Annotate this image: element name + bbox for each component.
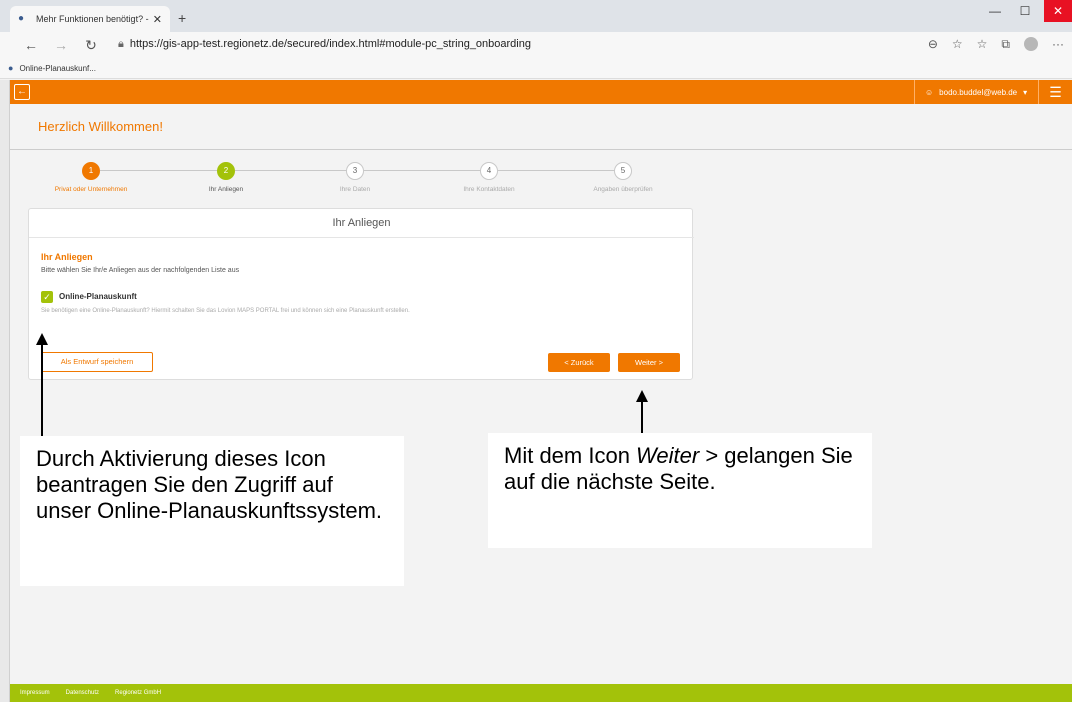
step-2-circle[interactable]: 2 [217, 162, 235, 180]
footer-link-impressum[interactable]: Impressum [20, 690, 50, 696]
online-planauskunft-checkbox[interactable]: ✓ [41, 291, 53, 303]
anliegen-card: Ihr Anliegen Ihr Anliegen Bitte wählen S… [28, 208, 694, 380]
left-callout: Durch Aktivierung dieses Icon beantragen… [20, 436, 404, 586]
chevron-down-icon: ▾ [1023, 87, 1028, 97]
app-header: ← ☺ bodo.buddel@web.de ▾ ☰ [10, 80, 1072, 104]
section-subtitle: Bitte wählen Sie Ihr/e Anliegen aus der … [41, 267, 240, 274]
callout-text-pre: Mit dem Icon [504, 443, 637, 468]
save-draft-button[interactable]: Als Entwurf speichern [41, 352, 153, 372]
callout-text-em: Weiter [636, 443, 700, 468]
step-connector [498, 170, 615, 171]
user-icon: ☺ [925, 87, 934, 97]
favorite-star-icon[interactable]: ☆ [952, 37, 963, 52]
checkbox-description: Sie benötigen eine Online-Planauskunft? … [41, 308, 410, 314]
arrow-shaft [41, 344, 43, 436]
step-3-circle: 3 [346, 162, 364, 180]
page-title: Herzlich Willkommen! [38, 119, 163, 134]
step-connector [100, 170, 225, 171]
user-menu[interactable]: ☺ bodo.buddel@web.de ▾ [914, 80, 1037, 104]
step-2-label: Ihr Anliegen [208, 186, 244, 193]
back-button[interactable]: ← [14, 84, 30, 100]
divider [29, 237, 694, 238]
reload-icon[interactable]: ↻ [80, 37, 102, 54]
tab-title: Mehr Funktionen benötigt? - He [36, 14, 149, 24]
step-connector [364, 170, 481, 171]
step-1-label: Privat oder Unternehmen [54, 186, 128, 193]
url-field[interactable]: 🔒︎ https://gis-app-test.regionetz.de/secu… [118, 38, 531, 51]
card-title: Ihr Anliegen [332, 217, 391, 229]
profile-avatar[interactable] [1024, 37, 1038, 51]
arrow-shaft [641, 401, 643, 433]
browser-tabbar: ● Mehr Funktionen benötigt? - He ✕ + — ☐… [0, 0, 1072, 32]
step-3-label: Ihre Daten [339, 186, 371, 193]
step-5-label: Angaben überprüfen [593, 186, 653, 193]
browser-tab[interactable]: ● Mehr Funktionen benötigt? - He ✕ [10, 6, 170, 32]
favorites-bar: ● Online-Planauskunf... [0, 58, 1072, 79]
maximize-icon[interactable]: ☐ [1010, 0, 1040, 22]
favorites-list-icon[interactable]: ☆ [977, 37, 988, 52]
forward-arrow-icon[interactable]: → [50, 37, 72, 53]
close-tab-icon[interactable]: ✕ [153, 13, 162, 26]
address-bar: ← → ↻ 🔒︎ https://gis-app-test.regionetz.d… [0, 32, 1072, 58]
page-header: Herzlich Willkommen! [10, 104, 1072, 150]
back-arrow-icon[interactable]: ← [20, 37, 42, 53]
favorite-icon: ● [8, 63, 14, 73]
minimize-icon[interactable]: — [980, 0, 1010, 22]
lock-icon: 🔒︎ [118, 38, 124, 50]
url-text: https://gis-app-test.regionetz.de/secure… [129, 38, 531, 50]
section-title: Ihr Anliegen [41, 252, 93, 262]
right-callout: Mit dem Icon Weiter > gelangen Sie auf d… [488, 433, 872, 548]
close-window-icon[interactable]: ✕ [1044, 0, 1072, 22]
back-step-button[interactable]: < Zurück [548, 353, 610, 372]
step-5-circle: 5 [614, 162, 632, 180]
step-4-label: Ihre Kontaktdaten [463, 186, 515, 193]
step-4-circle: 4 [480, 162, 498, 180]
site-favicon-icon: ● [18, 13, 25, 24]
next-button[interactable]: Weiter > [618, 353, 680, 372]
user-email: bodo.buddel@web.de [939, 87, 1018, 97]
checkbox-label[interactable]: Online-Planauskunft [59, 292, 137, 301]
collections-icon[interactable]: ⧉ [1001, 37, 1010, 52]
more-menu-icon[interactable]: ··· [1052, 37, 1064, 52]
footer-link-company[interactable]: Regionetz GmbH [115, 690, 161, 696]
step-1-circle[interactable]: 1 [82, 162, 100, 180]
hamburger-menu-icon[interactable]: ☰ [1038, 80, 1072, 104]
zoom-icon[interactable]: ⊖ [928, 37, 938, 52]
favorite-link[interactable]: Online-Planauskunf... [19, 64, 96, 73]
new-tab-icon[interactable]: + [178, 10, 186, 26]
footer-link-datenschutz[interactable]: Datenschutz [66, 690, 99, 696]
step-connector [235, 170, 347, 171]
left-edge [0, 80, 10, 702]
footer: Impressum Datenschutz Regionetz GmbH [10, 684, 1072, 702]
